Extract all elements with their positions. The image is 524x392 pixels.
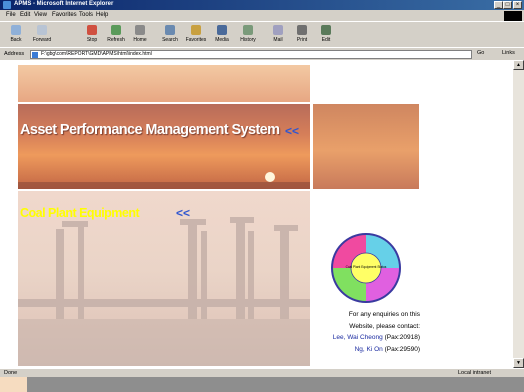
go-button[interactable]: Go [477, 50, 484, 56]
page-viewport: Asset Performance Management System << C… [0, 60, 513, 368]
print-icon [297, 25, 307, 35]
favorites-button[interactable]: Favorites [184, 25, 208, 43]
scroll-up-icon[interactable]: ▲ [513, 60, 524, 70]
vertical-scrollbar[interactable]: ▲ ▼ [513, 60, 524, 368]
status-wheel-diagram[interactable]: Coal Plant Equipment Status [330, 232, 402, 304]
back-button[interactable]: Back [4, 25, 28, 43]
banner-side-image [313, 104, 419, 189]
address-bar: Address F:\gbg\com\REPORT\GMD\APMS\html\… [0, 47, 524, 60]
toolbar: Back Forward Stop Refresh Home Search Fa… [0, 21, 524, 47]
address-label: Address [4, 51, 25, 57]
menu-file[interactable]: File [6, 12, 16, 18]
status-done: Done [4, 370, 18, 376]
refresh-button[interactable]: Refresh [104, 25, 128, 43]
mail-button[interactable]: Mail [266, 25, 290, 43]
media-button[interactable]: Media [210, 25, 234, 43]
back-arrow-icon [11, 25, 21, 35]
page-heading: Asset Performance Management System [20, 122, 280, 138]
search-button[interactable]: Search [158, 25, 182, 43]
menu-help[interactable]: Help [96, 12, 108, 18]
scroll-down-icon[interactable]: ▼ [513, 358, 524, 368]
menu-favorites[interactable]: Favorites [52, 12, 77, 18]
banner-image [18, 104, 310, 189]
stop-button[interactable]: Stop [80, 25, 104, 43]
heading-back-link[interactable]: << [285, 124, 299, 138]
edit-button[interactable]: Edit [314, 25, 338, 43]
print-button[interactable]: Print [290, 25, 314, 43]
refresh-icon [111, 25, 121, 35]
edit-icon [321, 25, 331, 35]
menu-view[interactable]: View [34, 12, 47, 18]
status-zone: Local intranet [458, 370, 492, 376]
top-image-panel [18, 65, 310, 102]
window-title: APMS - Microsoft Internet Explorer [14, 1, 114, 7]
forward-arrow-icon [37, 25, 47, 35]
search-icon [165, 25, 175, 35]
media-icon [217, 25, 227, 35]
history-button[interactable]: History [236, 25, 260, 43]
enquiry-block: For any enquiries on this Website, pleas… [314, 309, 420, 355]
status-bar: Done Local intranet [0, 368, 524, 377]
maximize-button[interactable]: □ [503, 1, 512, 9]
title-bar: APMS - Microsoft Internet Explorer _ □ × [0, 0, 524, 10]
contact-pax: (Pax:20918) [384, 334, 420, 342]
enquiry-line-1: For any enquiries on this [348, 311, 420, 318]
stop-icon [87, 25, 97, 35]
menu-bar: File Edit View Favorites Tools Help [0, 10, 524, 21]
address-input[interactable]: F:\gbg\com\REPORT\GMD\APMS\html\index.ht… [30, 50, 472, 59]
wheel-center-label: Coal Plant Equipment Status [346, 265, 387, 269]
links-button[interactable]: Links [502, 50, 515, 56]
taskbar-area [27, 377, 524, 392]
ie-logo-icon [3, 1, 11, 9]
page-icon [32, 52, 38, 58]
home-button[interactable]: Home [128, 25, 152, 43]
windows-logo-icon [504, 11, 522, 21]
enquiry-line-2: Website, please contact: [349, 322, 420, 330]
contact-row-1: Lee, Wai Cheong (Pax:20918) [314, 332, 420, 344]
forward-button[interactable]: Forward [30, 25, 54, 43]
desktop-background [0, 377, 27, 392]
menu-tools[interactable]: Tools [79, 12, 93, 18]
history-icon [243, 25, 253, 35]
favorites-icon [191, 25, 201, 35]
sunset-image [18, 172, 310, 189]
section-link-coal-plant[interactable]: Coal Plant Equipment [20, 206, 140, 220]
contact-pax: (Pax:29590) [384, 345, 420, 353]
close-button[interactable]: × [513, 1, 522, 9]
contact-row-2: Ng, Ki On (Pax:29590) [314, 344, 420, 356]
contact-name-link[interactable]: Lee, Wai Cheong [333, 334, 383, 341]
mail-icon [273, 25, 283, 35]
home-icon [135, 25, 145, 35]
menu-edit[interactable]: Edit [20, 12, 30, 18]
contact-name-link[interactable]: Ng, Ki On [355, 346, 383, 353]
section-back-link[interactable]: << [176, 206, 190, 220]
minimize-button[interactable]: _ [494, 1, 503, 9]
